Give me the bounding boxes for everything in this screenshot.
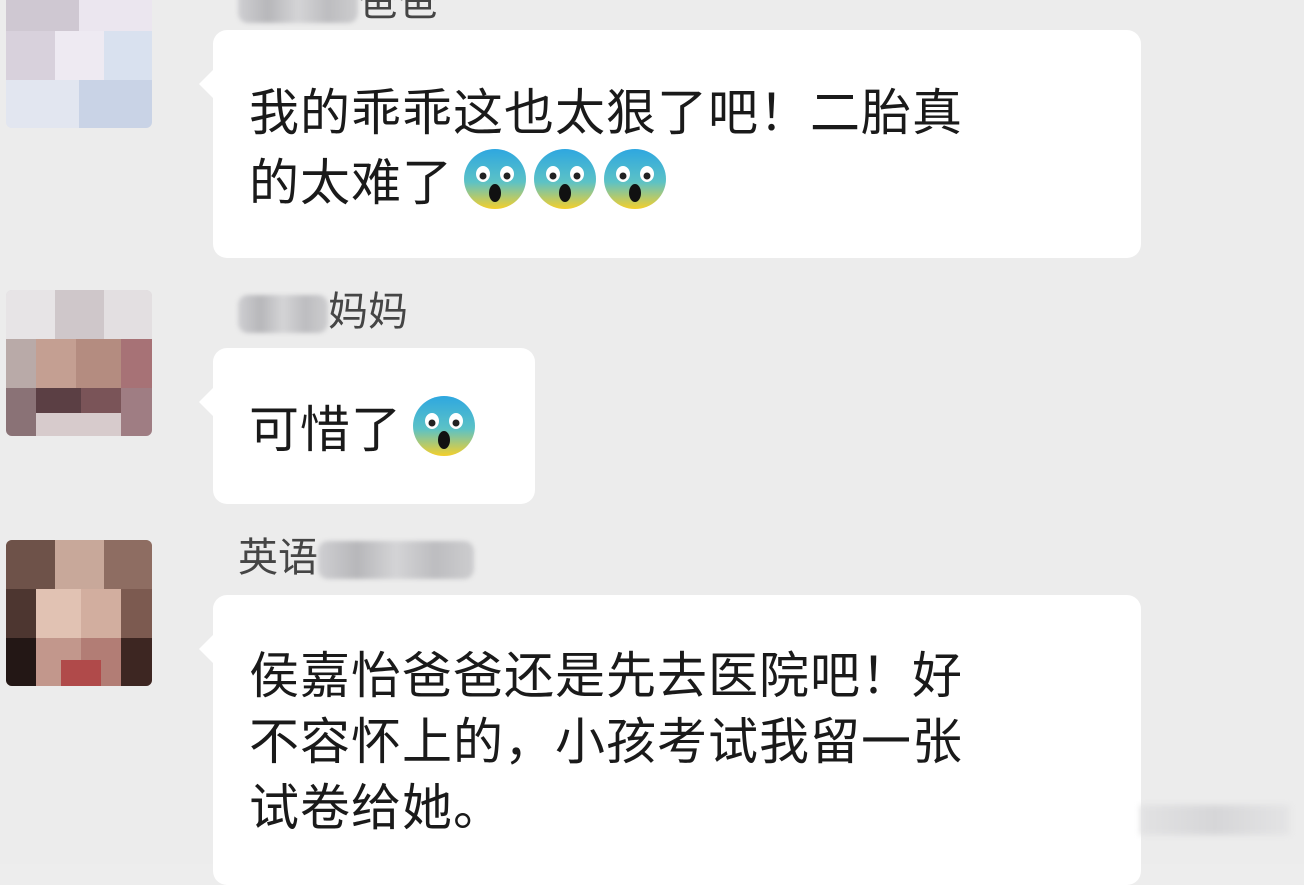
chat-window: 爸爸 我的乖乖这也太狠了吧！二胎真 的太难了 妈妈 可惜了 英语 侯嘉怡爸爸还是… xyxy=(0,0,1304,885)
message-text: 可惜了 xyxy=(249,393,499,463)
pixelated-avatar-2 xyxy=(6,290,152,436)
message-line: 的太难了 xyxy=(249,154,453,212)
message-line: 试卷给她。 xyxy=(249,779,504,837)
message-text: 我的乖乖这也太狠了吧！二胎真 的太难了 xyxy=(249,80,1105,216)
redacted-name-blur xyxy=(318,541,474,579)
fearful-face-emoji-icon xyxy=(604,149,666,209)
sender-name-prefix: 英语 xyxy=(238,535,318,581)
fearful-face-emoji-icon xyxy=(413,396,475,456)
sender-name: 英语 xyxy=(238,534,474,582)
message-line: 不容怀上的，小孩考试我留一张 xyxy=(249,713,963,771)
redacted-name-blur xyxy=(238,0,358,23)
message-bubble[interactable]: 我的乖乖这也太狠了吧！二胎真 的太难了 xyxy=(199,30,1141,258)
sender-name: 妈妈 xyxy=(238,288,408,336)
avatar[interactable] xyxy=(6,540,152,686)
avatar[interactable] xyxy=(6,0,152,128)
avatar[interactable] xyxy=(6,290,152,436)
message-text: 侯嘉怡爸爸还是先去医院吧！好 不容怀上的，小孩考试我留一张 试卷给她。 xyxy=(249,643,1105,841)
sender-name: 爸爸 xyxy=(238,0,438,26)
pixelated-avatar-3 xyxy=(6,540,152,686)
message-line: 侯嘉怡爸爸还是先去医院吧！好 xyxy=(249,647,963,705)
watermark-blur xyxy=(1140,805,1290,835)
message-bubble[interactable]: 侯嘉怡爸爸还是先去医院吧！好 不容怀上的，小孩考试我留一张 试卷给她。 xyxy=(199,595,1141,885)
message-bubble[interactable]: 可惜了 xyxy=(199,348,535,504)
fearful-face-emoji-icon xyxy=(464,149,526,209)
redacted-name-blur xyxy=(238,295,328,333)
fearful-face-emoji-icon xyxy=(534,149,596,209)
sender-name-suffix: 爸爸 xyxy=(358,0,438,25)
message-line: 可惜了 xyxy=(249,401,402,459)
sender-name-suffix: 妈妈 xyxy=(328,289,408,335)
pixelated-avatar-1 xyxy=(6,0,152,128)
message-line-with-emoji: 的太难了 xyxy=(249,146,1105,216)
message-line: 我的乖乖这也太狠了吧！二胎真 xyxy=(249,84,963,142)
